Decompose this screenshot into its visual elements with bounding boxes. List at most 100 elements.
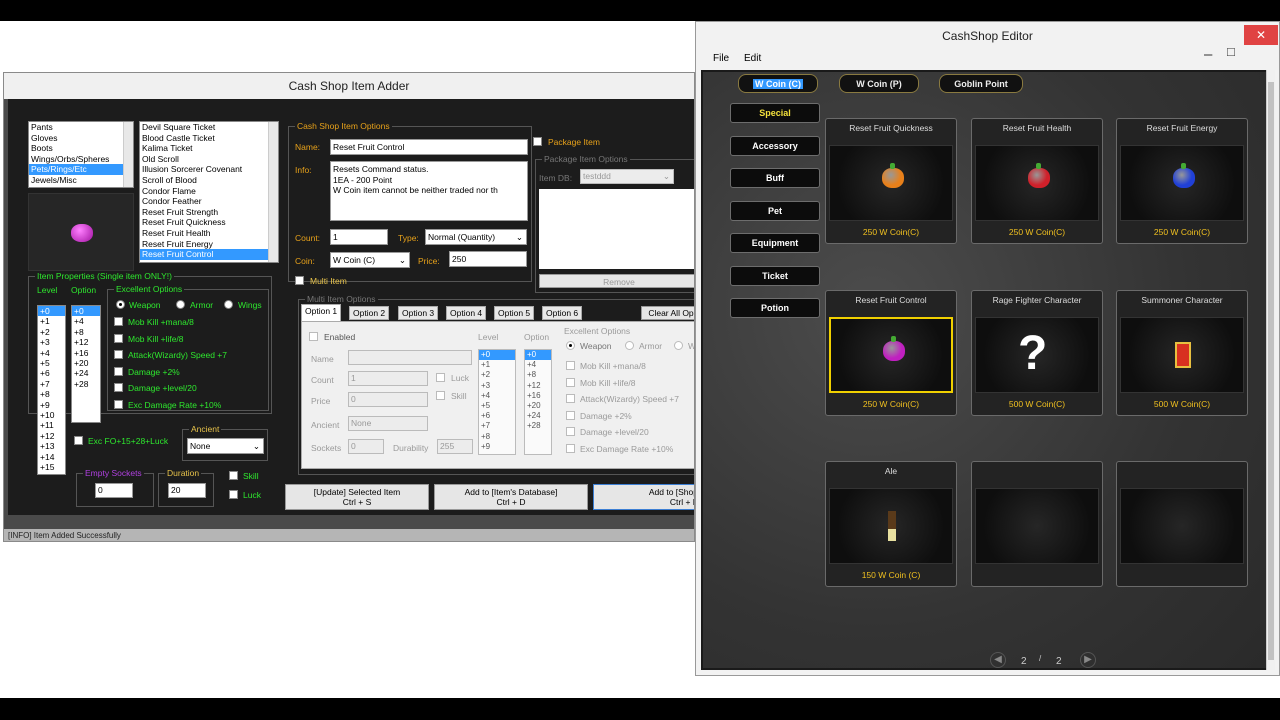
list-item[interactable]: Pants (29, 122, 133, 133)
multi-count-stepper[interactable]: 1 (348, 371, 428, 386)
remove-button[interactable]: Remove (539, 274, 694, 288)
list-item[interactable]: +3 (479, 381, 515, 391)
ancient-select[interactable]: None ⌄ (187, 438, 264, 454)
price-stepper[interactable]: 250 (449, 251, 527, 267)
multi-item-checkbox[interactable] (295, 276, 304, 285)
multi-weapon-radio[interactable] (566, 341, 575, 350)
list-item[interactable]: Scroll of Blood (140, 175, 278, 186)
category-list-scrollbar[interactable] (123, 122, 133, 187)
shop-item-card[interactable] (971, 461, 1103, 587)
multi-exc-option-checkbox[interactable] (566, 410, 575, 420)
multi-exc-option-checkbox[interactable] (566, 394, 575, 403)
item-list-scrollbar[interactable] (268, 122, 278, 262)
tab-option-1[interactable]: Option 1 (301, 304, 342, 321)
list-item[interactable]: +4 (38, 348, 65, 358)
duration-stepper[interactable]: 20 (168, 483, 206, 498)
list-item[interactable]: +0 (479, 350, 515, 361)
multi-wings-radio[interactable] (674, 341, 683, 350)
category-list[interactable]: Pants Gloves Boots Wings/Orbs/Spheres Pets/R… (28, 121, 134, 188)
list-item[interactable]: Jewels/Misc (29, 175, 133, 186)
multi-name-input[interactable] (348, 350, 472, 365)
list-item[interactable]: +0 (525, 350, 551, 361)
item-db-select[interactable]: testddd ⌄ (580, 169, 674, 184)
list-item[interactable]: Kalima Ticket (140, 143, 278, 154)
item-list[interactable]: Devil Square Ticket Blood Castle Ticket Ka… (139, 121, 279, 263)
list-item[interactable]: Reset Fruit Control (140, 249, 278, 260)
list-item[interactable]: +3 (38, 337, 65, 347)
multi-sockets-stepper[interactable]: 0 (348, 439, 384, 454)
update-selected-item-button[interactable]: [Update] Selected Item Ctrl + S (285, 484, 429, 510)
list-item[interactable]: Gloves (29, 133, 133, 144)
name-input[interactable]: Reset Fruit Control (330, 139, 528, 155)
list-item[interactable]: +6 (38, 368, 65, 378)
list-item[interactable]: Blood Castle Ticket (140, 133, 278, 144)
exc-option-checkbox[interactable] (114, 383, 123, 392)
armor-radio[interactable] (176, 300, 185, 309)
exc-option-checkbox[interactable] (114, 333, 123, 343)
list-item[interactable]: +7 (38, 379, 65, 389)
enabled-checkbox[interactable] (309, 332, 318, 341)
list-item[interactable]: +20 (72, 358, 100, 368)
multi-durability-stepper[interactable]: 255 (437, 439, 473, 454)
menu-file[interactable]: File (713, 53, 729, 64)
coin-select[interactable]: W Coin (C) ⌄ (330, 252, 410, 268)
multi-option-list[interactable]: +0 +4 +8 +12 +16 +20 +24 +28 (524, 349, 552, 455)
info-textarea[interactable]: Resets Command status. 1EA - 200 Point W C… (330, 161, 528, 221)
list-item[interactable]: Condor Feather (140, 196, 278, 207)
multi-exc-option-checkbox[interactable] (566, 377, 575, 387)
multi-luck-checkbox[interactable] (436, 373, 445, 382)
add-to-items-database-button[interactable]: Add to [Item's Database] Ctrl + D (434, 484, 588, 510)
tab-option-3[interactable]: Option 3 (398, 306, 439, 320)
shop-item-card[interactable]: Ale 150 W Coin (C) (825, 461, 957, 587)
list-item[interactable]: Condor Flame (140, 186, 278, 197)
list-item[interactable]: +28 (72, 379, 100, 389)
list-item[interactable]: Illusion Sorcerer Covenant (140, 164, 278, 175)
list-item[interactable]: +8 (525, 370, 551, 380)
list-item[interactable]: Wings/Orbs/Spheres (29, 154, 133, 165)
category-pet[interactable]: Pet (730, 200, 820, 221)
list-item[interactable]: +24 (525, 411, 551, 421)
coin-tab-wcoin-c[interactable]: W Coin (C) (738, 74, 818, 93)
list-item[interactable]: +1 (38, 316, 65, 326)
list-item[interactable]: +16 (72, 348, 100, 358)
list-item[interactable]: +12 (525, 381, 551, 391)
list-item[interactable]: +4 (479, 391, 515, 401)
list-item[interactable]: +8 (72, 327, 100, 337)
list-item[interactable]: +12 (38, 431, 65, 441)
list-item[interactable]: +4 (525, 360, 551, 370)
list-item[interactable]: Boots (29, 143, 133, 154)
multi-skill-checkbox[interactable] (436, 391, 445, 400)
category-accessory[interactable]: Accessory (730, 135, 820, 156)
coin-tab-wcoin-p[interactable]: W Coin (P) (839, 74, 919, 93)
list-item[interactable]: +14 (38, 452, 65, 462)
category-potion[interactable]: Potion (730, 298, 820, 318)
list-item[interactable]: +9 (38, 400, 65, 410)
exc-fo-checkbox[interactable] (74, 436, 83, 445)
shop-item-card[interactable]: Reset Fruit Energy 250 W Coin(C) (1116, 118, 1248, 244)
multi-exc-option-checkbox[interactable] (566, 443, 575, 453)
list-item[interactable]: +6 (479, 411, 515, 421)
package-item-list[interactable] (539, 189, 694, 269)
empty-sockets-stepper[interactable]: 0 (95, 483, 133, 498)
list-item[interactable]: +16 (525, 391, 551, 401)
exc-option-checkbox[interactable] (114, 317, 123, 326)
list-item[interactable]: Pets/Rings/Etc (29, 164, 133, 175)
list-item[interactable]: Reset Fruit Quickness (140, 217, 278, 228)
list-item[interactable]: +0 (38, 306, 65, 317)
list-item[interactable]: +5 (479, 401, 515, 411)
list-item[interactable]: +11 (38, 420, 65, 430)
category-equipment[interactable]: Equipment (730, 233, 820, 253)
close-icon[interactable]: ✕ (1244, 25, 1278, 45)
multi-exc-option-checkbox[interactable] (566, 361, 575, 370)
list-item[interactable]: Old Scroll (140, 154, 278, 165)
package-item-checkbox[interactable] (533, 137, 542, 146)
list-item[interactable]: +15 (38, 462, 65, 472)
list-item[interactable]: +28 (525, 421, 551, 431)
list-item[interactable]: +8 (479, 432, 515, 442)
exc-option-checkbox[interactable] (114, 366, 123, 376)
level-list[interactable]: +0 +1 +2 +3 +4 +5 +6 +7 +8 +9 +10 +11 +12 +13 +14 +15 (37, 305, 66, 475)
shop-item-card[interactable]: Rage Fighter Character? 500 W Coin(C) (971, 290, 1103, 416)
type-select[interactable]: Normal (Quantity) ⌄ (425, 229, 527, 245)
list-item[interactable]: +5 (38, 358, 65, 368)
wings-radio[interactable] (224, 300, 233, 309)
